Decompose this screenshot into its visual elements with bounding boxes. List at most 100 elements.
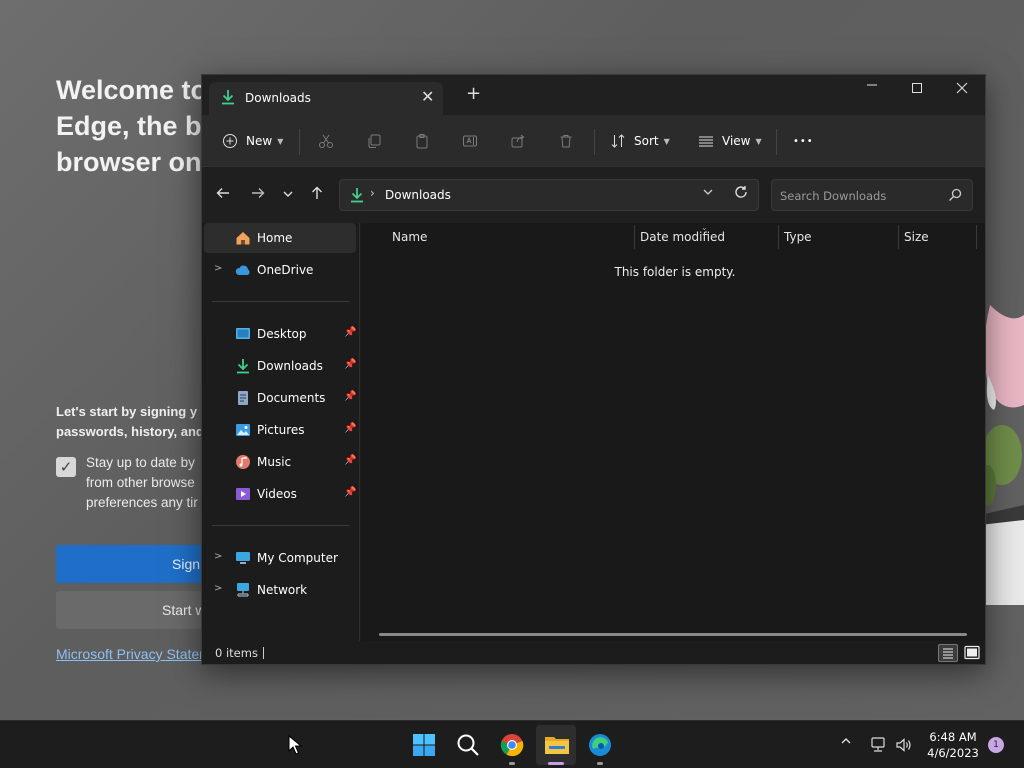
desktop-icon — [236, 328, 250, 339]
maximize-button[interactable] — [897, 79, 937, 103]
sidebar-item-label: Music — [257, 455, 292, 469]
column-header-date-modified[interactable]: Date modified — [640, 230, 725, 244]
sidebar-item-documents[interactable]: Documents 📌 — [204, 383, 356, 413]
pin-icon[interactable]: 📌 — [344, 487, 356, 498]
rename-button[interactable] — [462, 131, 478, 151]
minimize-button[interactable] — [852, 79, 892, 103]
paste-button[interactable] — [414, 131, 430, 151]
close-icon — [956, 82, 968, 94]
address-bar[interactable]: › Downloads — [339, 179, 759, 211]
sidebar-item-label: Pictures — [257, 423, 305, 437]
pin-icon[interactable]: 📌 — [344, 423, 356, 434]
toolbar-divider — [299, 129, 300, 155]
pin-icon[interactable]: 📌 — [344, 391, 356, 402]
column-divider[interactable] — [634, 225, 635, 249]
chevron-right-icon[interactable]: > — [214, 551, 222, 562]
volume-icon[interactable] — [895, 736, 913, 754]
column-divider[interactable] — [976, 225, 977, 249]
sidebar-item-label: Downloads — [257, 359, 323, 373]
command-bar: New ▼ Sort ▼ View ▼ ••• — [202, 115, 985, 167]
sidebar-item-home[interactable]: Home — [204, 223, 356, 253]
new-tab-button[interactable]: + — [466, 85, 481, 103]
refresh-icon[interactable] — [734, 185, 748, 203]
column-header-size[interactable]: Size — [904, 230, 929, 244]
sidebar-item-label: Documents — [257, 391, 326, 405]
new-label: New — [246, 134, 273, 148]
sidebar-item-onedrive[interactable]: > OneDrive — [204, 255, 356, 285]
share-button[interactable] — [510, 131, 526, 151]
arrow-up-icon — [312, 186, 322, 199]
sidebar-item-network[interactable]: > Network — [204, 575, 356, 605]
toolbar-divider — [776, 129, 777, 155]
sidebar-item-label: Network — [257, 583, 308, 597]
close-tab-icon[interactable]: ✕ — [421, 87, 434, 106]
sidebar-item-downloads[interactable]: Downloads 📌 — [204, 351, 356, 381]
nav-divider — [212, 301, 349, 302]
network-status-icon[interactable] — [870, 736, 888, 754]
chevron-right-icon[interactable]: > — [214, 583, 222, 594]
arrow-left-icon — [216, 188, 229, 198]
horizontal-scrollbar[interactable] — [379, 633, 967, 636]
chevron-right-icon[interactable]: > — [214, 263, 222, 274]
sidebar-item-pictures[interactable]: Pictures 📌 — [204, 415, 356, 445]
new-button[interactable]: New ▼ — [222, 131, 283, 151]
more-options-button[interactable]: ••• — [793, 131, 814, 151]
address-dropdown-icon[interactable] — [702, 186, 714, 201]
taskbar-file-explorer[interactable] — [536, 725, 576, 765]
large-icons-view-button[interactable] — [962, 644, 982, 662]
clock-date: 4/6/2023 — [927, 746, 979, 760]
search-input[interactable] — [780, 187, 940, 205]
address-row: › Downloads — [202, 167, 985, 223]
recent-locations-button[interactable] — [278, 185, 298, 205]
tiles-view-icon — [964, 645, 980, 660]
sidebar-item-music[interactable]: Music 📌 — [204, 447, 356, 477]
clock[interactable]: 6:48 AM 4/6/2023 — [924, 729, 982, 761]
sort-button[interactable]: Sort ▼ — [610, 131, 670, 151]
scissors-icon — [319, 134, 333, 148]
column-divider[interactable] — [778, 225, 779, 249]
taskbar-chrome[interactable] — [492, 725, 532, 765]
notification-badge[interactable]: 1 — [988, 737, 1004, 753]
sync-checkbox[interactable]: ✓ — [56, 457, 76, 477]
cut-button[interactable] — [318, 131, 334, 151]
item-count: 0 items — [215, 646, 258, 660]
clipboard-icon — [416, 134, 428, 149]
pin-icon[interactable]: 📌 — [344, 327, 356, 338]
pin-icon[interactable]: 📌 — [344, 359, 356, 370]
sidebar-item-label: Home — [257, 231, 293, 245]
column-header-type[interactable]: Type — [784, 230, 812, 244]
minimize-icon — [867, 84, 877, 86]
close-window-button[interactable] — [942, 79, 982, 103]
search-box[interactable] — [771, 179, 973, 211]
up-button[interactable] — [307, 185, 327, 205]
forward-button[interactable] — [248, 185, 268, 205]
edge-icon — [589, 734, 611, 756]
column-header-name[interactable]: Name — [392, 230, 427, 244]
chevron-down-icon: ▼ — [663, 136, 670, 146]
sidebar-item-videos[interactable]: Videos 📌 — [204, 479, 356, 509]
navigation-pane: Home > OneDrive Desktop 📌 Downloads 📌 Do… — [202, 223, 360, 641]
copy-button[interactable] — [366, 131, 382, 151]
maximize-icon — [912, 83, 922, 93]
details-view-button[interactable] — [938, 644, 958, 662]
search-icon — [949, 188, 962, 201]
view-button[interactable]: View ▼ — [698, 131, 762, 151]
taskbar-edge[interactable] — [580, 725, 620, 765]
start-button[interactable] — [404, 725, 444, 765]
show-hidden-icons-button[interactable] — [840, 735, 852, 751]
taskbar-search-button[interactable] — [448, 725, 488, 765]
running-indicator — [597, 762, 603, 765]
column-divider[interactable] — [898, 225, 899, 249]
sidebar-item-my-computer[interactable]: > My Computer — [204, 543, 356, 573]
tab-downloads[interactable]: Downloads ✕ — [209, 82, 443, 115]
home-icon — [236, 232, 250, 245]
sidebar-item-desktop[interactable]: Desktop 📌 — [204, 319, 356, 349]
pin-icon[interactable]: 📌 — [344, 455, 356, 466]
back-button[interactable] — [213, 185, 233, 205]
music-icon — [236, 455, 250, 469]
delete-button[interactable] — [558, 131, 574, 151]
privacy-statement-link[interactable]: Microsoft Privacy Stater — [56, 646, 204, 662]
breadcrumb-downloads[interactable]: Downloads — [385, 188, 451, 202]
video-icon — [236, 488, 250, 500]
tab-label: Downloads — [245, 91, 311, 105]
